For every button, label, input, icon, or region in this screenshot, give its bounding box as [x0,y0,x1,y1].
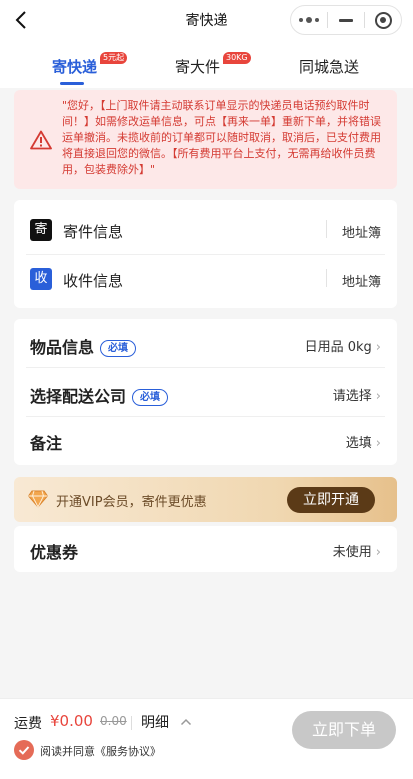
receiver-row[interactable]: 收 收件信息 地址簿 [14,254,397,308]
more-dots-icon [299,17,319,23]
required-badge: 必填 [100,340,137,357]
shipment-details-card: 物品信息 必填 日用品 0kg › 选择配送公司 必填 请选择 › 备注 选填 › [14,319,397,465]
chevron-right-icon: › [375,545,381,560]
sender-tag: 寄 [30,219,52,241]
minimize-button[interactable] [328,6,364,34]
tab-send-express[interactable]: 寄快递 5元起 [52,52,128,77]
chevron-up-icon[interactable] [180,713,192,726]
tab-label: 寄快递 [52,58,98,76]
minimize-icon [339,18,353,22]
remark-row[interactable]: 备注 选填 › [14,417,397,465]
checkout-bar: 运费 ¥0.00 0.00 明细 阅读并同意《服务协议》 立即下单 [0,698,413,779]
tab-label: 同城急送 [299,58,360,76]
coupon-row[interactable]: 优惠券 未使用 › [14,526,397,572]
notice-text: "您好，【上门取件请主动联系订单显示的快递员电话预约取件时间！】如需修改运单信息… [62,99,381,176]
close-button[interactable] [365,6,401,34]
vip-promo-text: 开通VIP会员，寄件更优惠 [56,495,207,510]
tab-bar: 寄快递 5元起 寄大件 30KG 同城急送 [0,40,413,88]
sender-row[interactable]: 寄 寄件信息 地址簿 [14,200,397,254]
remark-label: 备注 [30,434,63,453]
fee-label: 运费 [14,716,42,732]
coupon-value: 未使用 › [332,545,381,560]
diamond-icon [27,490,49,509]
chevron-right-icon: › [375,436,381,451]
activate-vip-button[interactable]: 立即开通 [287,487,375,513]
item-info-value: 日用品 0kg › [304,340,381,355]
tab-label: 寄大件 [175,58,221,76]
coupon-label: 优惠券 [30,543,79,562]
mini-program-capsule [290,5,402,35]
item-info-row[interactable]: 物品信息 必填 日用品 0kg › [14,319,397,368]
submit-order-button[interactable]: 立即下单 [292,711,396,749]
tab-same-city[interactable]: 同城急送 [299,56,359,77]
coupon-card: 优惠券 未使用 › [14,526,397,572]
address-card: 寄 寄件信息 地址簿 收 收件信息 地址簿 [14,200,397,308]
remark-value: 选填 › [345,436,381,451]
tab-send-large[interactable]: 寄大件 30KG [175,52,251,77]
sender-label: 寄件信息 [63,223,124,241]
more-button[interactable] [291,6,327,34]
courier-company-value: 请选择 › [332,389,381,404]
tab-badge: 5元起 [100,52,128,64]
target-icon [374,11,392,29]
required-badge: 必填 [132,389,169,406]
vip-banner[interactable]: 开通VIP会员，寄件更优惠 立即开通 [14,477,397,522]
sender-address-book-button[interactable]: 地址簿 [342,222,381,241]
warning-icon [30,130,52,150]
item-info-label: 物品信息 必填 [30,334,137,358]
navbar: 寄快递 [0,0,413,40]
agreement-text[interactable]: 阅读并同意《服务协议》 [40,743,161,759]
fee-original: 0.00 [100,714,127,728]
notice-banner: "您好，【上门取件请主动联系订单显示的快递员电话预约取件时间！】如需修改运单信息… [14,90,397,189]
tab-underline [60,82,84,85]
chevron-right-icon: › [375,389,381,404]
receiver-tag: 收 [30,268,52,290]
fee-amount: ¥0.00 [50,712,93,730]
tab-badge: 30KG [223,52,251,64]
agree-checkbox[interactable] [14,740,34,760]
courier-company-row[interactable]: 选择配送公司 必填 请选择 › [14,368,397,417]
courier-company-label: 选择配送公司 必填 [30,383,169,407]
fee-detail-button[interactable]: 明细 [141,712,169,732]
receiver-label: 收件信息 [63,272,124,290]
receiver-address-book-button[interactable]: 地址簿 [342,271,381,290]
chevron-right-icon: › [375,340,381,355]
